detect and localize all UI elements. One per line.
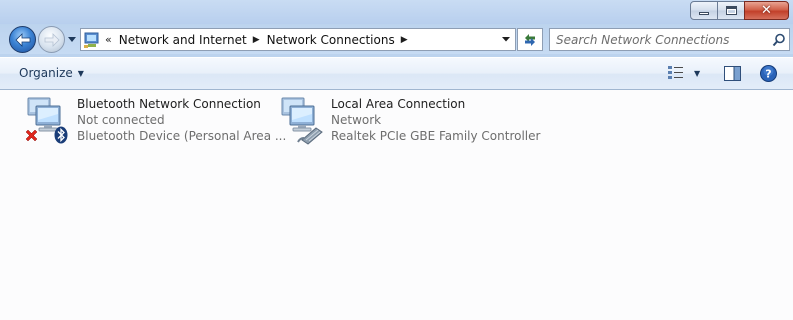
bluetooth-badge-icon: [54, 126, 68, 144]
connection-item-local-area[interactable]: Local Area Connection Network Realtek PC…: [278, 96, 540, 145]
chevron-down-icon[interactable]: ▼: [694, 69, 700, 78]
refresh-icon: [525, 33, 535, 46]
breadcrumb-arrow-icon[interactable]: ▶: [253, 35, 260, 45]
back-arrow-icon: [14, 32, 30, 47]
refresh-button[interactable]: [517, 28, 543, 51]
organize-button[interactable]: Organize ▼: [19, 66, 84, 80]
command-bar: Organize ▼ ▼ ?: [0, 57, 793, 90]
disconnected-x-icon: [25, 130, 38, 142]
connection-details: Bluetooth Network Connection Not connect…: [77, 96, 286, 144]
lan-network-icon: [278, 96, 323, 145]
chevron-down-icon: ▼: [77, 68, 84, 78]
organize-label: Organize: [19, 66, 73, 80]
maximize-button[interactable]: [717, 1, 745, 20]
minimize-button[interactable]: [690, 1, 718, 20]
connection-device: Bluetooth Device (Personal Area ...: [77, 129, 287, 143]
address-bar[interactable]: « Network and Internet ▶ Network Connect…: [80, 28, 516, 51]
forward-arrow-icon: [44, 32, 60, 47]
address-dropdown-button[interactable]: [497, 29, 515, 50]
close-button[interactable]: ✕: [744, 1, 789, 20]
connection-status: Not connected: [77, 113, 165, 127]
window-frame: ✕: [0, 0, 793, 24]
minimize-icon: [699, 12, 709, 15]
connections-list: Bluetooth Network Connection Not connect…: [0, 90, 793, 320]
breadcrumb-arrow-icon[interactable]: ▶: [401, 35, 408, 45]
navigation-bar: « Network and Internet ▶ Network Connect…: [0, 24, 793, 54]
connection-name: Local Area Connection: [331, 97, 466, 111]
svg-text:?: ?: [765, 68, 771, 81]
preview-pane-button[interactable]: [724, 66, 741, 84]
caption-buttons: ✕: [690, 1, 789, 20]
search-icon[interactable]: [769, 30, 789, 50]
close-icon: ✕: [761, 3, 772, 18]
overflow-chevron-icon[interactable]: «: [105, 33, 112, 46]
help-icon: ?: [760, 65, 777, 82]
network-folder-icon: [84, 32, 99, 48]
help-button[interactable]: ?: [760, 65, 777, 85]
connection-device: Realtek PCIe GBE Family Controller: [331, 129, 541, 143]
connection-status: Network: [331, 113, 382, 127]
connection-item-bluetooth[interactable]: Bluetooth Network Connection Not connect…: [24, 96, 286, 144]
view-details-icon: [668, 66, 683, 79]
bluetooth-network-icon: [24, 96, 68, 144]
recent-pages-button[interactable]: [67, 35, 76, 45]
search-box[interactable]: [549, 28, 790, 51]
chevron-down-icon: [67, 37, 76, 42]
back-button[interactable]: [9, 26, 36, 53]
breadcrumb-network-connections[interactable]: Network Connections: [267, 33, 395, 47]
search-input[interactable]: [550, 29, 769, 50]
forward-button[interactable]: [38, 26, 65, 53]
preview-pane-icon: [724, 66, 741, 81]
maximize-icon: [725, 6, 737, 15]
connection-name: Bluetooth Network Connection: [77, 97, 261, 111]
connection-details: Local Area Connection Network Realtek PC…: [331, 96, 540, 144]
breadcrumb-network-and-internet[interactable]: Network and Internet: [119, 33, 247, 47]
change-view-button[interactable]: ▼: [667, 65, 700, 81]
chevron-down-icon: [502, 37, 510, 42]
